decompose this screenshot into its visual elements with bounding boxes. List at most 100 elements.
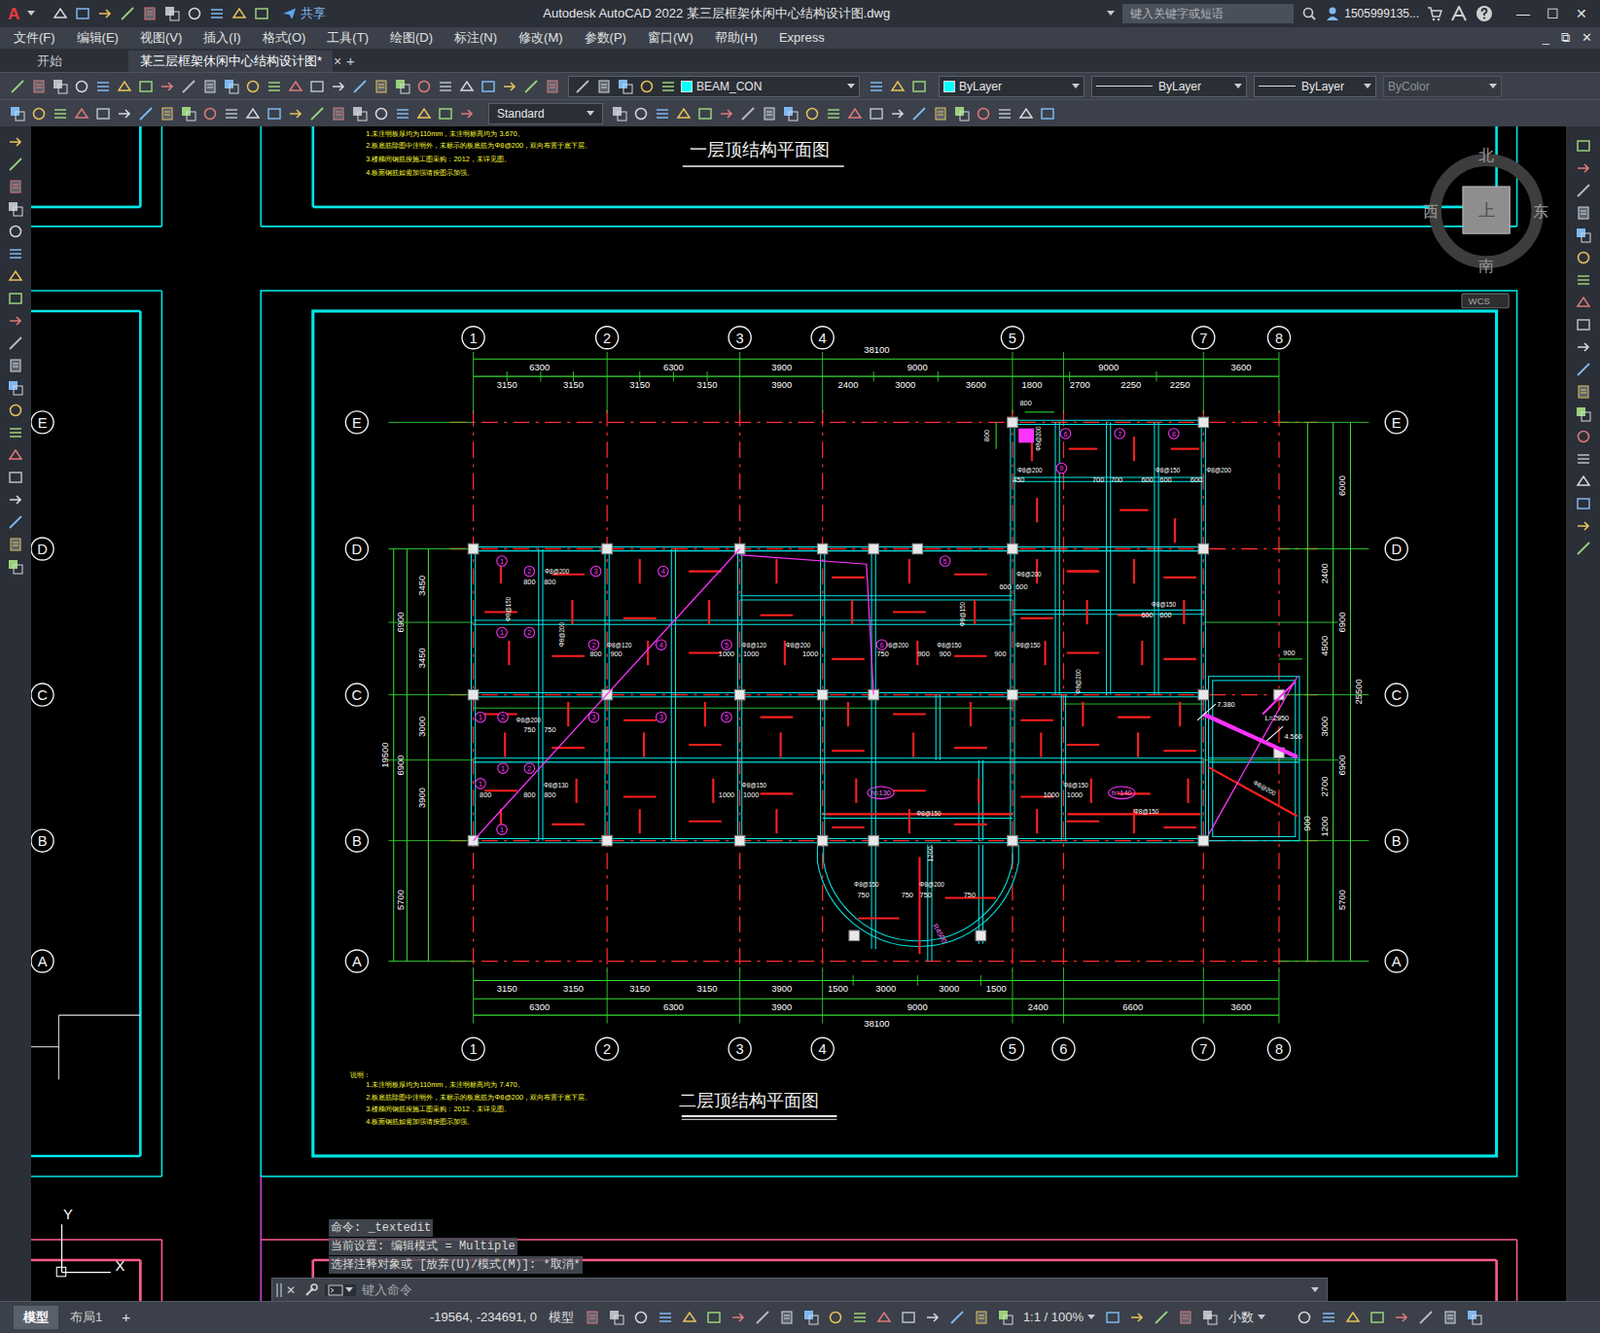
document-control-button[interactable]: _ — [1542, 28, 1550, 48]
tool-icon[interactable] — [6, 333, 26, 353]
dropdown-arrow-icon[interactable] — [1087, 1315, 1096, 1321]
tool-icon[interactable] — [207, 4, 226, 24]
tool-icon[interactable] — [1573, 337, 1593, 356]
tool-icon[interactable] — [229, 4, 249, 24]
tool-icon[interactable] — [1573, 315, 1593, 334]
tool-icon[interactable] — [93, 104, 112, 123]
tool-icon[interactable] — [716, 104, 736, 123]
tool-icon[interactable] — [71, 104, 91, 123]
tool-icon[interactable] — [435, 104, 455, 123]
new-tab-button[interactable]: + — [334, 50, 367, 72]
dropdown-arrow-icon[interactable] — [1311, 1287, 1319, 1294]
menu-item[interactable]: 编辑(E) — [76, 28, 119, 48]
file-tab[interactable]: 某三层框架休闲中心结构设计图*× — [128, 50, 333, 72]
tool-icon[interactable] — [1391, 1309, 1411, 1328]
tool-icon[interactable] — [930, 104, 950, 123]
viewcube-ring[interactable] — [1435, 160, 1538, 263]
command-input[interactable] — [361, 1280, 1306, 1301]
color-dropdown[interactable]: ByLayer — [938, 75, 1085, 98]
tool-icon[interactable] — [7, 104, 27, 123]
tool-icon[interactable] — [478, 76, 498, 96]
tool-icon[interactable] — [162, 4, 181, 24]
tool-icon[interactable] — [414, 76, 433, 96]
tool-icon[interactable] — [572, 76, 592, 96]
tool-icon[interactable] — [996, 1309, 1016, 1328]
command-prompt-icon[interactable] — [324, 1284, 356, 1297]
dropdown-arrow-icon[interactable] — [1257, 1315, 1266, 1321]
tool-icon[interactable] — [802, 104, 821, 123]
tool-icon[interactable] — [414, 104, 433, 123]
tool-icon[interactable] — [1318, 1309, 1338, 1328]
tool-icon[interactable] — [251, 4, 271, 24]
document-control-button[interactable]: ✕ — [1581, 28, 1593, 48]
tool-icon[interactable] — [924, 1309, 943, 1328]
tool-icon[interactable] — [823, 104, 843, 123]
tool-icon[interactable] — [781, 104, 800, 123]
tool-icon[interactable] — [1343, 1309, 1362, 1328]
tool-icon[interactable] — [243, 76, 262, 96]
window-control-button[interactable]: — — [1508, 3, 1538, 25]
tool-icon[interactable] — [738, 104, 757, 123]
tool-icon[interactable] — [221, 104, 241, 123]
tool-icon[interactable] — [264, 76, 284, 96]
tool-icon[interactable] — [1573, 180, 1593, 200]
close-tab-button[interactable]: × — [333, 51, 342, 72]
tool-icon[interactable] — [1016, 104, 1035, 123]
tool-icon[interactable] — [371, 104, 391, 123]
tool-icon[interactable] — [221, 76, 241, 96]
tool-icon[interactable] — [307, 104, 326, 123]
file-tab[interactable]: 开始 — [25, 50, 127, 72]
tool-icon[interactable] — [285, 76, 305, 96]
wrench-icon[interactable] — [303, 1282, 320, 1299]
tool-icon[interactable] — [29, 76, 48, 96]
tool-icon[interactable] — [371, 76, 391, 96]
menu-item[interactable]: 视图(V) — [140, 28, 182, 48]
tool-icon[interactable] — [307, 76, 326, 96]
menu-item[interactable]: 工具(T) — [326, 28, 369, 48]
tool-icon[interactable] — [656, 1309, 676, 1328]
tool-icon[interactable] — [909, 76, 928, 96]
tool-icon[interactable] — [1416, 1309, 1435, 1328]
tool-icon[interactable] — [6, 177, 26, 196]
tool-icon[interactable] — [157, 104, 177, 123]
search-icon[interactable] — [1301, 5, 1317, 22]
tool-icon[interactable] — [457, 76, 476, 96]
tool-icon[interactable] — [6, 512, 26, 532]
tool-icon[interactable] — [705, 1309, 724, 1328]
tool-icon[interactable] — [972, 1309, 992, 1328]
tool-icon[interactable] — [6, 400, 26, 420]
tool-icon[interactable] — [888, 104, 907, 123]
tool-icon[interactable] — [1175, 1309, 1195, 1328]
tool-icon[interactable] — [1573, 270, 1593, 289]
tool-icon[interactable] — [583, 1309, 603, 1328]
tool-icon[interactable] — [264, 104, 284, 123]
tool-icon[interactable] — [899, 1309, 919, 1328]
tool-icon[interactable] — [72, 4, 92, 24]
tool-icon[interactable] — [50, 76, 70, 96]
tool-icon[interactable] — [117, 4, 137, 24]
menu-item[interactable]: Express — [779, 28, 825, 48]
tool-icon[interactable] — [157, 76, 177, 96]
menu-item[interactable]: 帮助(H) — [714, 28, 758, 48]
tool-icon[interactable] — [1573, 158, 1593, 178]
text-style-dropdown[interactable]: Standard — [488, 103, 604, 125]
menu-item[interactable]: 格式(O) — [262, 28, 307, 48]
tool-icon[interactable] — [652, 104, 672, 123]
tool-icon[interactable] — [658, 76, 677, 96]
menu-item[interactable]: 窗口(W) — [647, 28, 694, 48]
tool-icon[interactable] — [114, 104, 134, 123]
tool-icon[interactable] — [285, 104, 305, 123]
tool-icon[interactable] — [1573, 292, 1593, 312]
tool-icon[interactable] — [888, 76, 907, 96]
tool-icon[interactable] — [6, 244, 26, 263]
tool-icon[interactable] — [6, 311, 26, 330]
dropdown-arrow-icon[interactable] — [1489, 83, 1497, 90]
tool-icon[interactable] — [845, 104, 864, 123]
document-control-button[interactable]: ⧉ — [1561, 28, 1570, 48]
layout-tab[interactable]: 模型 — [13, 1306, 59, 1330]
tool-icon[interactable] — [328, 104, 348, 123]
dropdown-arrow-icon[interactable] — [1071, 83, 1080, 90]
menu-item[interactable]: 标注(N) — [454, 28, 498, 48]
tool-icon[interactable] — [1573, 538, 1593, 558]
tool-icon[interactable] — [6, 266, 26, 285]
